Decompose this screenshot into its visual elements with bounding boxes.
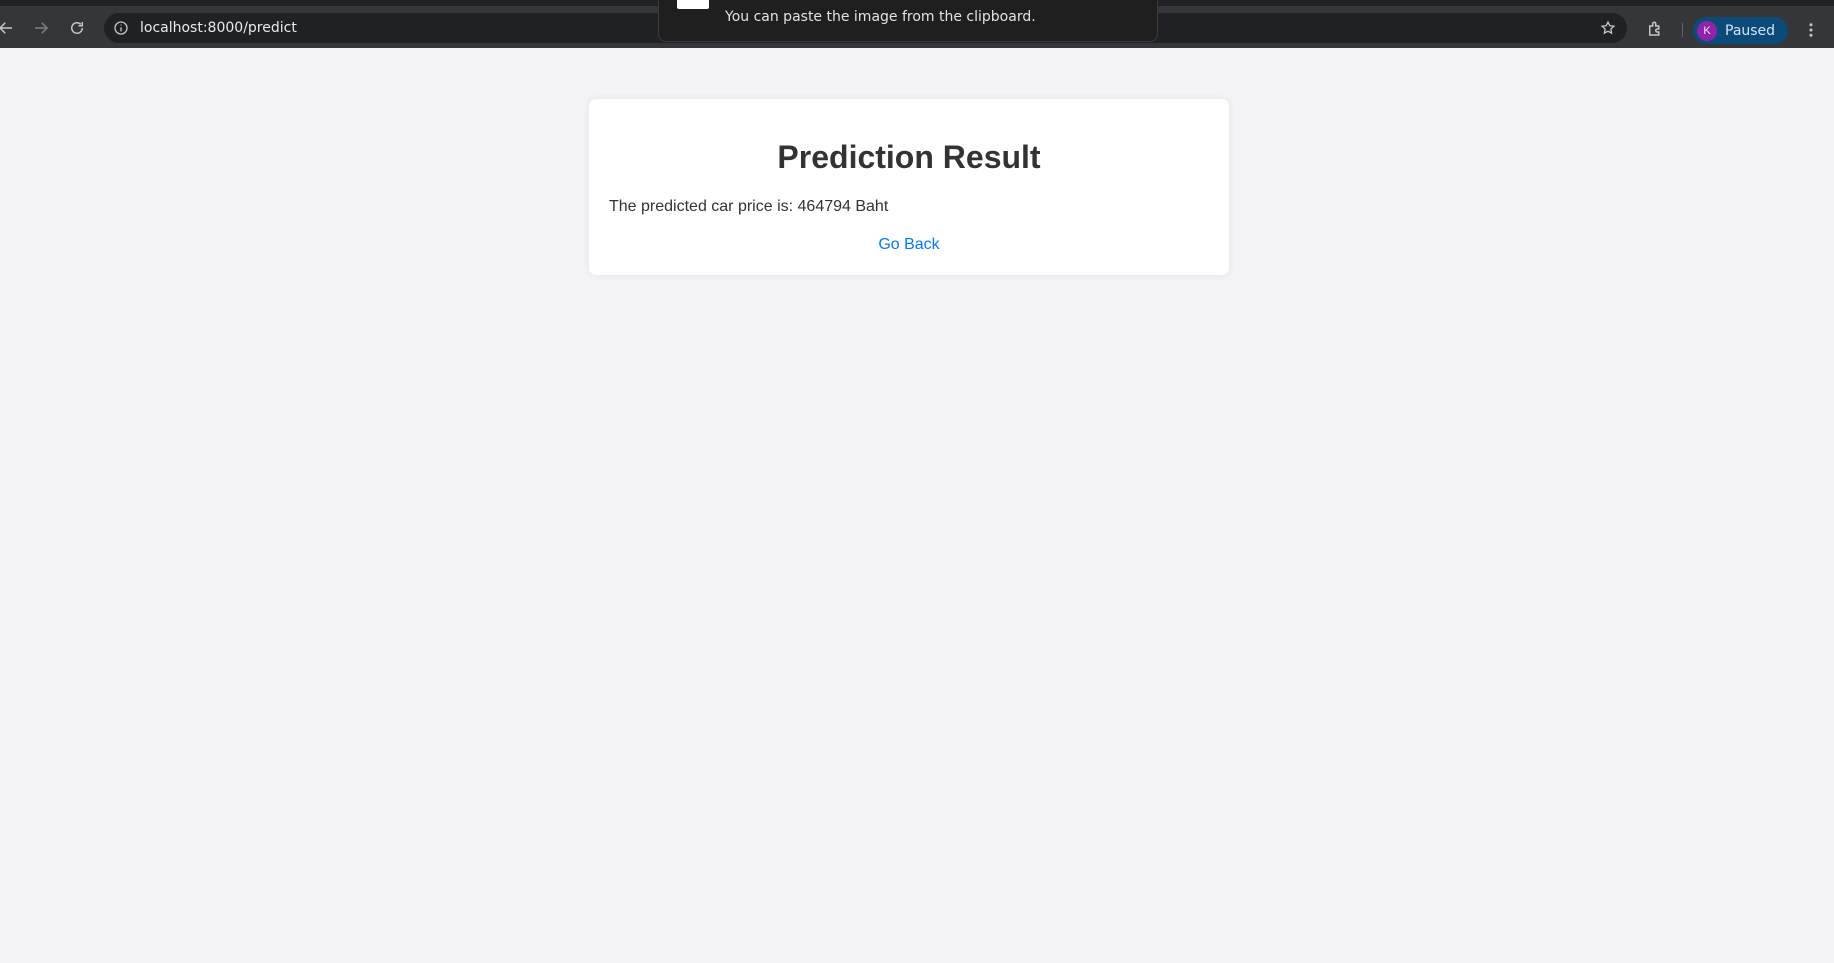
more-menu-icon[interactable] xyxy=(1802,18,1820,42)
profile-button[interactable]: K Paused xyxy=(1693,17,1788,44)
prediction-text: The predicted car price is: 464794 Baht xyxy=(609,198,889,215)
profile-status: Paused xyxy=(1725,22,1776,39)
toast-message: You can paste the image from the clipboa… xyxy=(725,9,1036,25)
toolbar-divider xyxy=(1682,23,1683,37)
forward-icon[interactable] xyxy=(29,16,53,40)
go-back-link[interactable]: Go Back xyxy=(878,236,939,253)
extensions-icon[interactable] xyxy=(1644,18,1666,40)
back-link-container: Go Back xyxy=(589,236,1229,254)
clipboard-toast: You can paste the image from the clipboa… xyxy=(658,0,1158,42)
site-info-icon[interactable] xyxy=(112,19,130,37)
back-icon[interactable] xyxy=(0,16,18,40)
star-icon[interactable] xyxy=(1599,19,1617,37)
avatar: K xyxy=(1697,20,1717,41)
page-title: Prediction Result xyxy=(777,139,1041,175)
image-thumbnail-icon xyxy=(677,0,709,9)
result-card: Prediction Result The predicted car pric… xyxy=(589,99,1229,275)
url-text[interactable]: localhost:8000/predict xyxy=(140,20,297,36)
reload-icon[interactable] xyxy=(65,16,89,40)
